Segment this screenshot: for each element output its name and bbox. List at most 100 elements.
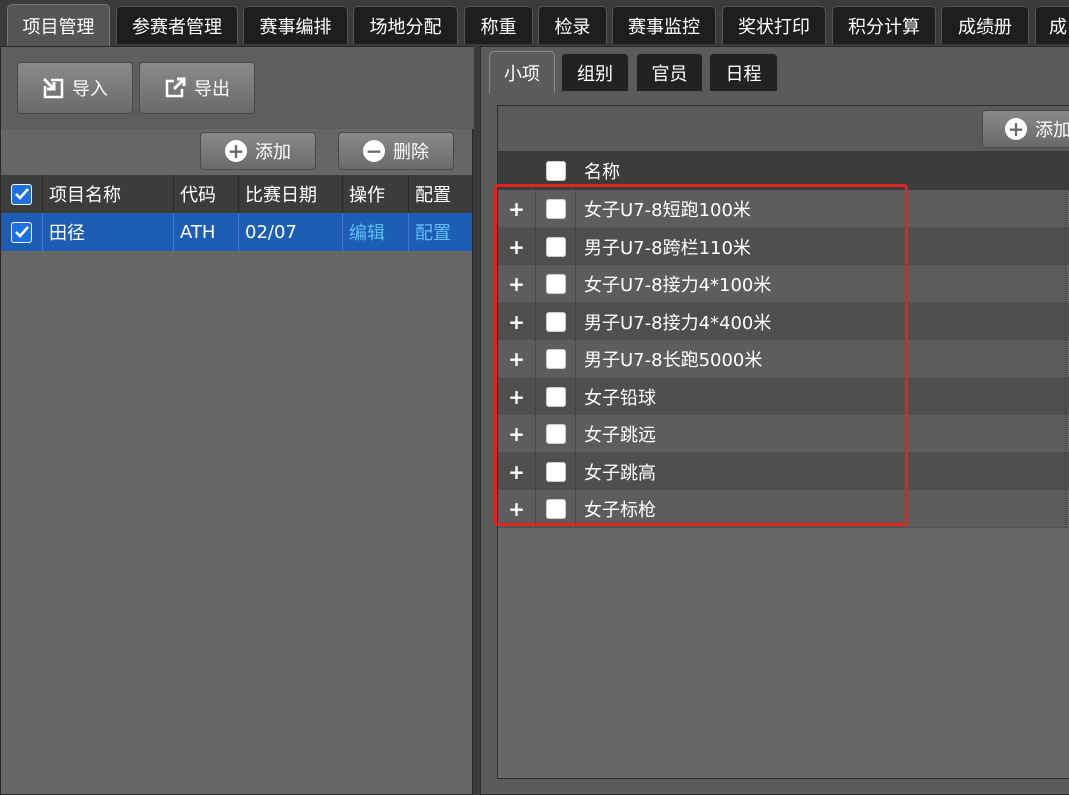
tab-venue-allocation[interactable]: 场地分配 <box>353 6 458 44</box>
row-checkbox[interactable] <box>545 198 566 219</box>
row-checkbox[interactable] <box>545 273 566 294</box>
table-row[interactable]: + 女子铅球 <box>498 378 1069 416</box>
expand-icon[interactable]: + <box>498 303 536 340</box>
edit-link[interactable]: 编辑 <box>343 213 409 251</box>
expand-icon[interactable]: + <box>498 340 536 377</box>
tab-results-book[interactable]: 成绩册 <box>941 6 1029 44</box>
col-action: 操作 <box>343 175 409 213</box>
import-icon <box>42 77 64 99</box>
table-row[interactable]: + 男子U7-8长跑5000米 <box>498 340 1069 378</box>
item-name: 男子U7-8接力4*400米 <box>576 303 1066 340</box>
table-row[interactable]: + 女子U7-8短跑100米 <box>498 190 1069 228</box>
row-checkbox[interactable] <box>545 498 566 519</box>
delete-project-label: 删除 <box>393 142 429 163</box>
col-project-name: 项目名称 <box>43 175 174 213</box>
tab-check-in[interactable]: 检录 <box>538 6 607 44</box>
row-checkbox-cell[interactable] <box>536 228 576 265</box>
table-row[interactable]: + 男子U7-8跨栏110米 <box>498 228 1069 266</box>
project-table: 项目名称 代码 比赛日期 操作 配置 田径 ATH 02/07 编辑 配置 <box>1 175 472 251</box>
expand-icon[interactable]: + <box>498 190 536 227</box>
tab-groups[interactable]: 组别 <box>561 53 629 91</box>
project-code: ATH <box>174 213 239 251</box>
row-checkbox-cell[interactable] <box>1 213 43 251</box>
col-config: 配置 <box>415 185 451 206</box>
tab-schedule[interactable]: 日程 <box>709 53 778 91</box>
project-name: 田径 <box>43 213 174 251</box>
minus-circle-icon: − <box>363 140 385 162</box>
row-checkbox-cell[interactable] <box>536 453 576 490</box>
delete-project-button[interactable]: − 删除 <box>338 132 454 170</box>
item-name: 男子U7-8长跑5000米 <box>576 340 1066 377</box>
checkmark-icon <box>14 188 29 200</box>
checkmark-icon <box>14 226 29 238</box>
row-checkbox-cell[interactable] <box>536 378 576 415</box>
project-panel: 导入 导出 + 添加 − 删除 项目名称 代码 比赛日期 操作 配置 田径 AT… <box>0 46 474 795</box>
item-name: 女子标枪 <box>576 490 1066 527</box>
plus-circle-icon: + <box>225 140 247 162</box>
select-all-checkbox-cell[interactable] <box>1 175 43 213</box>
tab-sub-events[interactable]: 小项 <box>489 51 555 93</box>
tab-score-calc[interactable]: 积分计算 <box>832 6 936 44</box>
expand-icon[interactable]: + <box>498 490 536 527</box>
tab-officials[interactable]: 官员 <box>636 53 703 91</box>
plus-circle-icon: + <box>1005 118 1027 140</box>
item-name: 女子U7-8短跑100米 <box>576 190 1066 227</box>
table-row[interactable]: + 女子标枪 <box>498 490 1069 528</box>
tab-project-management[interactable]: 项目管理 <box>7 4 110 46</box>
row-checkbox-cell[interactable] <box>536 303 576 340</box>
row-checkbox-cell[interactable] <box>536 415 576 452</box>
expand-icon[interactable]: + <box>498 415 536 452</box>
item-name: 女子跳远 <box>576 415 1066 452</box>
export-label: 导出 <box>194 79 230 100</box>
row-checkbox[interactable] <box>545 423 566 444</box>
table-row[interactable]: + 女子U7-8接力4*100米 <box>498 265 1069 303</box>
col-match-date: 比赛日期 <box>239 175 343 213</box>
sub-tab-bar: 小项 组别 官员 日程 <box>481 47 1069 93</box>
expand-icon[interactable]: + <box>498 378 536 415</box>
add-sub-event-label: 添加 <box>1035 120 1069 141</box>
add-project-label: 添加 <box>255 142 291 163</box>
tab-event-scheduling[interactable]: 赛事编排 <box>243 6 348 44</box>
select-all-items-checkbox[interactable] <box>545 161 566 181</box>
tab-participant-management[interactable]: 参赛者管理 <box>116 6 238 44</box>
row-checkbox[interactable] <box>545 348 566 369</box>
top-tab-bar: 项目管理 参赛者管理 赛事编排 场地分配 称重 检录 赛事监控 奖状打印 积分计… <box>0 0 1069 46</box>
item-name: 女子铅球 <box>576 378 1066 415</box>
table-row[interactable]: + 男子U7-8接力4*400米 <box>498 303 1069 341</box>
row-checkbox-cell[interactable] <box>536 190 576 227</box>
header-checkbox-cell[interactable] <box>536 152 576 190</box>
config-link[interactable]: 配置 <box>409 213 472 251</box>
table-row[interactable]: + 女子跳远 <box>498 415 1069 453</box>
import-label: 导入 <box>72 79 108 100</box>
col-code: 代码 <box>174 175 239 213</box>
tab-certificate-print[interactable]: 奖状打印 <box>722 6 826 44</box>
expand-icon[interactable]: + <box>498 265 536 302</box>
export-icon <box>164 77 186 99</box>
event-detail-panel: 小项 组别 官员 日程 + 添加 名称 + 女子U7-8短跑100米 + 男子U… <box>480 46 1069 795</box>
tab-event-monitor[interactable]: 赛事监控 <box>612 6 716 44</box>
col-name: 名称 <box>576 152 1066 190</box>
row-checkbox[interactable] <box>545 236 566 257</box>
row-checkbox[interactable] <box>11 221 32 243</box>
row-checkbox[interactable] <box>545 311 566 332</box>
import-button[interactable]: 导入 <box>17 62 133 114</box>
item-name: 女子U7-8接力4*100米 <box>576 265 1066 302</box>
row-checkbox[interactable] <box>545 461 566 482</box>
project-date: 02/07 <box>239 213 343 251</box>
row-checkbox-cell[interactable] <box>536 490 576 527</box>
tab-overflow[interactable]: 成 <box>1035 6 1069 44</box>
select-all-checkbox[interactable] <box>11 183 32 205</box>
add-sub-event-button[interactable]: + 添加 <box>982 110 1069 148</box>
tab-weighing[interactable]: 称重 <box>464 6 533 44</box>
export-button[interactable]: 导出 <box>139 62 255 114</box>
row-checkbox[interactable] <box>545 386 566 407</box>
grid-toolbar: + 添加 <box>498 106 1069 152</box>
expand-icon[interactable]: + <box>498 453 536 490</box>
table-row[interactable]: + 女子跳高 <box>498 453 1069 491</box>
row-checkbox-cell[interactable] <box>536 265 576 302</box>
expand-icon[interactable]: + <box>498 228 536 265</box>
add-project-button[interactable]: + 添加 <box>200 132 316 170</box>
table-row[interactable]: 田径 ATH 02/07 编辑 配置 <box>1 213 472 251</box>
row-checkbox-cell[interactable] <box>536 340 576 377</box>
sub-event-grid: + 添加 名称 + 女子U7-8短跑100米 + 男子U7-8跨栏110米 + … <box>497 105 1069 779</box>
